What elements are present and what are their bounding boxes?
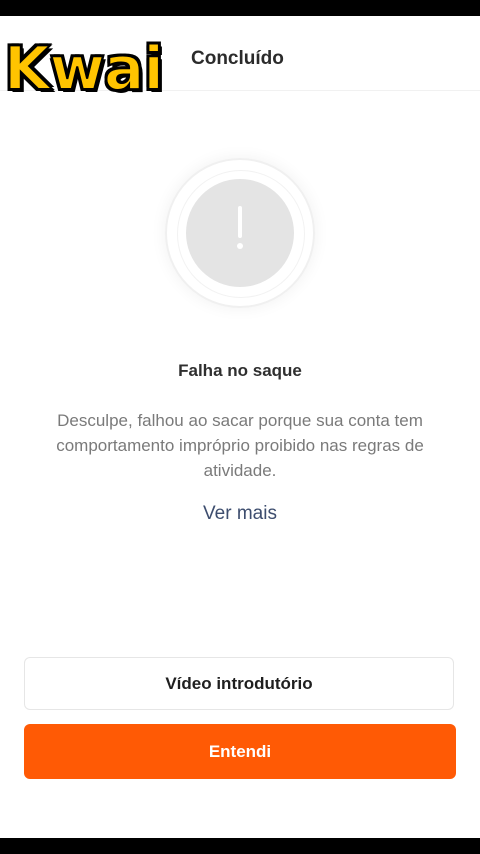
page-title: Concluído <box>191 48 284 69</box>
header-bar: Kwai Concluído <box>0 16 480 105</box>
understood-label: Entendi <box>208 741 272 761</box>
intro-video-label: Vídeo introdutório <box>165 673 313 693</box>
exclamation-bar <box>238 206 242 238</box>
kwai-logo: Kwai <box>3 33 165 105</box>
exclamation-icon <box>165 158 315 308</box>
exclamation-dot <box>237 243 243 249</box>
intro-video-button[interactable]: Vídeo introdutório <box>24 657 454 710</box>
see-more-link[interactable]: Ver mais <box>0 503 480 525</box>
failure-description: Desculpe, falhou ao sacar porque sua con… <box>56 411 424 480</box>
failure-title: Falha no saque <box>178 361 302 380</box>
screen: Kwai Concluído Falha no saque Desculpe, … <box>0 16 480 838</box>
understood-button[interactable]: Entendi <box>24 724 456 779</box>
